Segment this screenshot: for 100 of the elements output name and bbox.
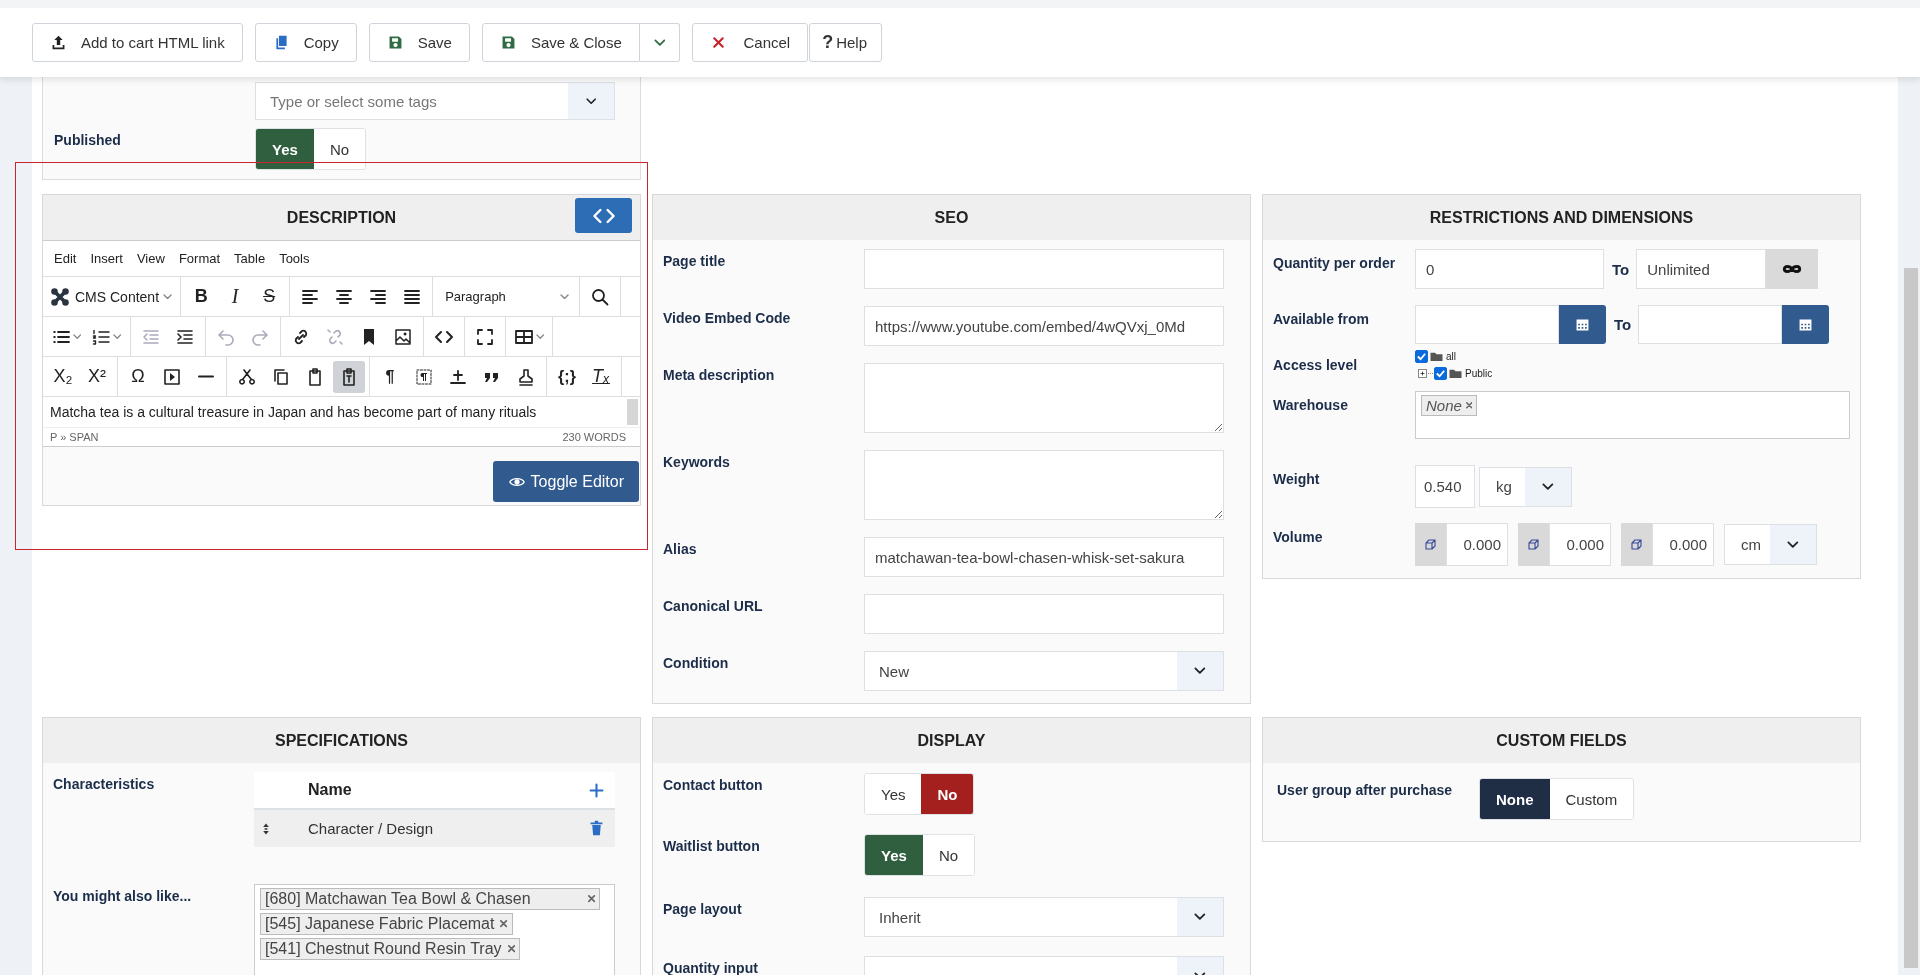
toggle-option[interactable]: No [922,835,975,875]
save-close-button[interactable]: Save & Close [481,23,640,62]
paragraph-format-dropdown[interactable]: Paragraph [437,280,576,313]
date-field[interactable] [1638,305,1783,344]
paragraph-mark-button[interactable]: ¶ [374,360,406,393]
table-cell-text: Character / Design [308,820,435,837]
page-layout-select[interactable]: Inherit [864,897,1224,937]
field-label: Condition [663,654,730,671]
paste-text-button[interactable] [333,360,365,393]
product-tag[interactable]: [541] Chestnut Round Resin Tray [260,938,520,960]
field-label: Alias [663,540,698,557]
toggle-option[interactable]: Yes [865,835,923,875]
toggle-option[interactable]: No [921,774,974,814]
copy-button[interactable]: Copy [254,23,357,62]
field-label: Quantity input [663,959,759,975]
checkbox[interactable] [1415,350,1428,363]
unlimited-button[interactable] [1766,249,1819,289]
menu-item[interactable]: Insert [85,251,128,266]
special-character-button[interactable]: Ω [122,360,154,393]
code-view-button[interactable] [575,198,632,233]
keywords-field[interactable] [864,450,1224,520]
dimension-field[interactable]: 0.000 [1446,523,1508,566]
field-label: Page layout [663,900,743,917]
clear-formatting-button[interactable]: Tₓ [585,360,617,393]
warehouse-field[interactable]: None [1415,391,1850,439]
menu-item[interactable]: Format [173,251,226,266]
chevron-down-icon [163,293,173,300]
tree-item[interactable]: all [1446,351,1456,362]
field-label: Characteristics [53,775,156,792]
cancel-button[interactable]: Cancel [692,23,809,62]
help-button[interactable]: ? Help [809,23,883,62]
field-label: Keywords [663,453,731,470]
product-tag[interactable]: [545] Japanese Fabric Placemat [260,913,513,935]
dimension-field[interactable]: 0.000 [1652,523,1714,566]
chevron-down-icon [560,293,570,300]
condition-select[interactable]: New [864,651,1224,691]
remove-icon[interactable] [1465,402,1473,409]
editor-text: Matcha tea is a cultural treasure in Japan and has become part of many rituals [50,404,537,420]
card-title: CUSTOM FIELDS [1496,731,1627,750]
remove-icon[interactable] [587,895,595,903]
video-embed-field[interactable]: https://www.youtube.com/embed/4wQVxj_0Md [864,306,1224,346]
italic-button[interactable]: I [219,280,252,313]
toggle-option[interactable]: Yes [865,774,922,814]
block-format-dropdown[interactable]: CMS Content [47,280,177,313]
calendar-button[interactable] [1559,305,1606,344]
upload-icon [50,34,67,51]
chevron-down-icon [1194,667,1206,675]
menu-item[interactable]: Table [229,251,271,266]
to-label: To [1612,260,1630,278]
calendar-button[interactable] [1782,305,1830,344]
product-tag[interactable]: [680] Matchawan Tea Bowl & Chasen [260,888,600,910]
tree-item[interactable]: Public [1465,368,1493,379]
toggle-editor-button[interactable]: Toggle Editor [492,461,639,502]
scrollbar[interactable] [627,399,638,425]
weight-field[interactable]: 0.540 [1415,465,1475,508]
related-products-field[interactable]: [680] Matchawan Tea Bowl & Chasen [545] Japanese Fabric Placemat [541] Chestnut Round Resin Tray [254,884,615,975]
menu-item[interactable]: Tools [274,251,315,266]
field-label: Volume [1273,528,1324,545]
scrollbar[interactable] [1904,268,1918,968]
remove-icon[interactable] [507,945,515,953]
field-label: Published [54,131,122,148]
tags-select[interactable]: Type or select some tags [255,82,615,120]
toggle-option[interactable]: None [1480,779,1550,819]
element-path: P » SPAN [50,431,99,443]
knot-logo-icon [49,285,71,308]
date-field[interactable] [1415,305,1559,344]
dimension-field[interactable]: 0.000 [1549,523,1611,566]
weight-unit-select[interactable]: kg [1479,466,1572,507]
remove-icon[interactable] [500,920,508,928]
strikethrough-button[interactable]: S [253,280,286,313]
page-title-field[interactable] [864,249,1224,289]
delete-button[interactable] [588,820,605,837]
menu-item[interactable]: View [131,251,170,266]
toggle-option[interactable]: Yes [256,129,314,169]
meta-description-field[interactable] [864,363,1224,433]
toggle-option[interactable]: No [313,129,366,169]
add-button[interactable] [588,781,605,799]
max-quantity-field[interactable]: Unlimited [1636,249,1767,289]
bold-button[interactable]: B [185,280,218,313]
horizontal-line-icon [198,375,214,378]
subscript-button[interactable]: X₂ [47,360,79,393]
field-label: Canonical URL [663,597,764,614]
pilcrow-box-icon [414,366,434,387]
volume-unit-select[interactable]: cm [1724,524,1817,565]
min-quantity-field[interactable]: 0 [1415,249,1604,289]
expand-icon[interactable] [1418,369,1427,378]
warehouse-tag[interactable]: None [1421,395,1478,416]
field-label: Contact button [663,776,764,793]
toggle-option[interactable]: Custom [1549,779,1634,819]
cube-icon [1629,537,1644,552]
superscript-button[interactable]: X² [81,360,113,393]
alias-field[interactable]: matchawan-tea-bowl-chasen-whisk-set-sakura [864,537,1224,577]
code-sample-button[interactable]: {;} [551,360,583,393]
save-button[interactable]: Save [368,23,470,62]
canonical-url-field[interactable] [864,594,1224,634]
menu-item[interactable]: Edit [49,251,82,266]
stamp-icon [516,366,536,387]
add-to-cart-link-button[interactable]: Add to cart HTML link [32,23,243,62]
calendar-icon [1574,316,1591,333]
checkbox[interactable] [1434,367,1447,380]
